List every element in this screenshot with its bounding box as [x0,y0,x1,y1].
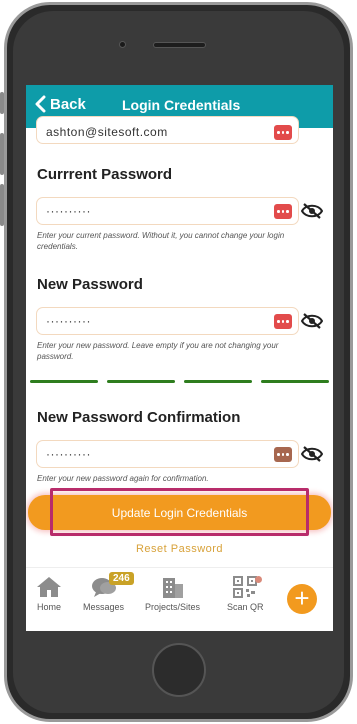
tab-scan-qr-label: Scan QR [227,602,264,612]
tab-projects[interactable]: Projects/Sites [145,576,200,612]
current-password-input[interactable]: ·········· [36,197,299,225]
email-value: ashton@sitesoft.com [46,125,168,139]
reset-password-link[interactable]: Reset Password [26,543,333,555]
eye-slash-icon[interactable] [301,446,323,462]
tab-home[interactable]: Home [36,576,62,612]
strength-bar-segment [30,380,98,383]
password-manager-icon[interactable] [274,204,292,219]
confirm-password-value: ·········· [46,447,91,461]
tab-projects-label: Projects/Sites [145,602,201,612]
password-manager-icon[interactable] [274,447,292,462]
back-button[interactable]: Back [34,95,86,113]
qr-code-icon [233,576,258,598]
back-label: Back [50,95,86,113]
buildings-icon [162,578,183,598]
add-fab-button[interactable]: + [287,584,317,614]
confirm-password-label: New Password Confirmation [37,409,241,426]
new-password-value: ·········· [46,314,91,328]
email-field[interactable]: ashton@sitesoft.com [36,116,299,144]
password-manager-icon[interactable] [274,314,292,329]
notification-dot [255,576,262,583]
volume-up-button [0,133,4,175]
home-button[interactable] [152,643,206,697]
mute-switch [0,92,4,114]
confirm-password-input[interactable]: ·········· [36,440,299,468]
confirm-password-hint: Enter your new password again for confir… [37,474,209,483]
strength-bar-segment [184,380,252,383]
strength-bar-segment [261,380,329,383]
current-password-hint: Enter your current password. Without it,… [37,231,285,251]
strength-bar-segment [107,380,175,383]
current-password-value: ·········· [46,204,91,218]
current-password-label: Currrent Password [37,166,173,183]
eye-slash-icon[interactable] [301,313,323,329]
chevron-left-icon [35,95,46,113]
tab-messages-label: Messages [83,602,125,612]
password-manager-icon[interactable] [274,125,292,140]
messages-count-badge: 246 [109,572,134,585]
app-screen: Back Login Credentials ashton@sitesoft.c… [26,85,333,631]
front-camera [119,41,126,48]
update-credentials-button[interactable]: Update Login Credentials [28,495,331,530]
page-title: Login Credentials [122,97,241,113]
volume-down-button [0,184,4,226]
new-password-input[interactable]: ·········· [36,307,299,335]
home-icon [37,577,61,597]
earpiece-speaker [153,42,206,48]
new-password-hint: Enter your new password. Leave empty if … [37,341,279,361]
eye-slash-icon[interactable] [301,203,323,219]
new-password-label: New Password [37,276,143,293]
tab-home-label: Home [36,602,61,612]
